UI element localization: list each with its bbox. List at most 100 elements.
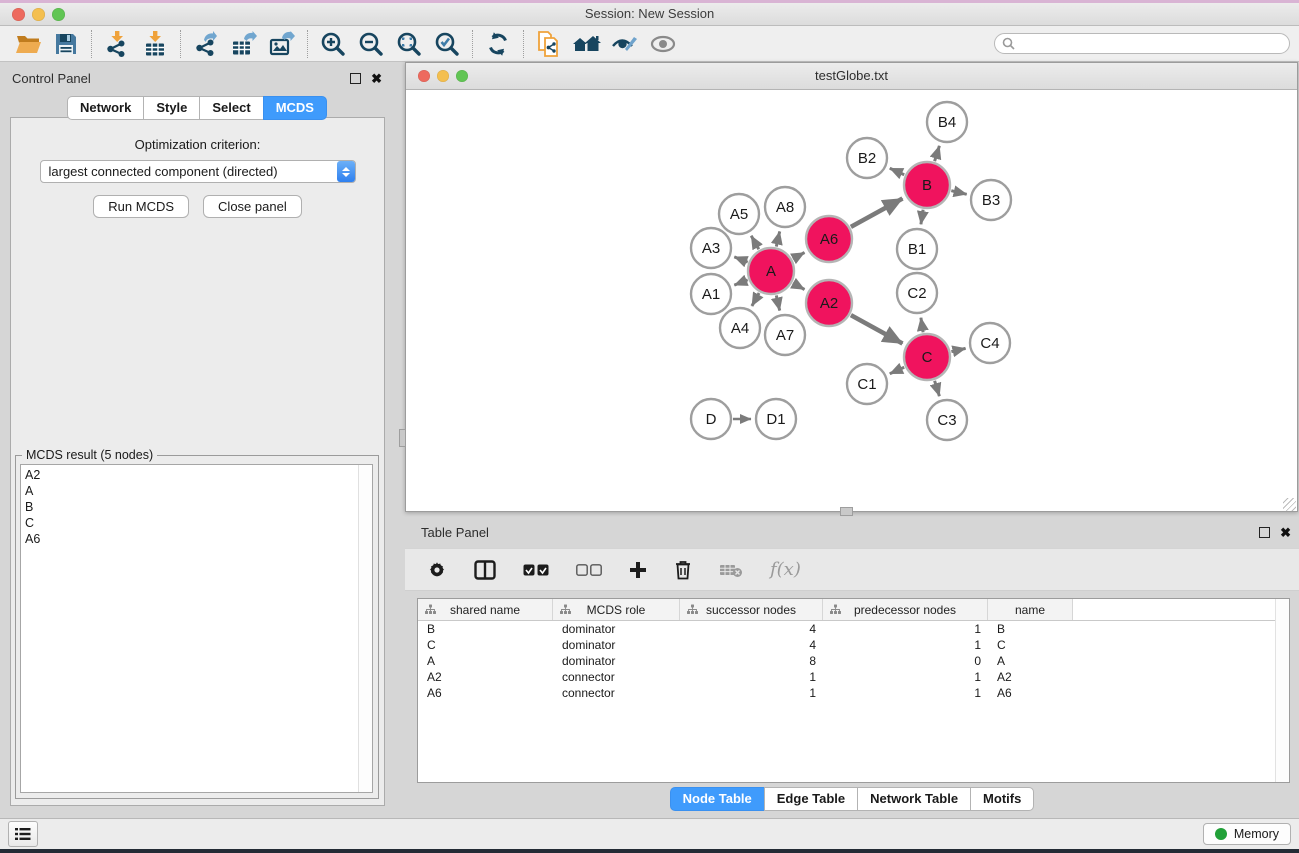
list-item[interactable]: A6	[25, 531, 356, 547]
search-field[interactable]	[994, 33, 1290, 54]
graph-node-A1[interactable]: A1	[691, 274, 731, 314]
float-table-panel-icon[interactable]	[1259, 527, 1270, 538]
graph-edge-C-C2[interactable]	[921, 318, 923, 333]
column-header-predecessor-nodes[interactable]: predecessor nodes	[823, 599, 988, 620]
graph-edge-A-A4[interactable]	[752, 293, 759, 306]
graph-node-C2[interactable]: C2	[897, 273, 937, 313]
import-table-icon[interactable]	[136, 29, 174, 59]
import-network-icon[interactable]	[98, 29, 136, 59]
table-row[interactable]: Adominator80A	[418, 653, 1289, 669]
mcds-result-scrollbar[interactable]	[358, 465, 372, 792]
show-graphics-details-icon[interactable]	[606, 29, 644, 59]
table-row[interactable]: Bdominator41B	[418, 621, 1289, 637]
list-item[interactable]: B	[25, 499, 356, 515]
graph-edge-C-C1[interactable]	[890, 367, 904, 373]
zoom-out-icon[interactable]	[352, 29, 390, 59]
graph-edge-B-B1[interactable]	[921, 210, 923, 225]
select-all-columns-icon[interactable]	[523, 564, 549, 576]
graph-edge-B-B4[interactable]	[935, 146, 940, 161]
optimization-criterion-select[interactable]: largest connected component (directed)	[40, 160, 356, 183]
tab-node-table[interactable]: Node Table	[670, 787, 765, 811]
hide-graphics-details-icon[interactable]	[644, 29, 682, 59]
close-panel-icon[interactable]: ✖	[371, 72, 382, 85]
graph-edge-C-C4[interactable]	[951, 348, 965, 351]
create-column-plus-icon[interactable]	[629, 561, 647, 579]
table-scrollbar[interactable]	[1275, 599, 1289, 782]
tab-motifs[interactable]: Motifs	[970, 787, 1034, 811]
column-header-name[interactable]: name	[988, 599, 1073, 620]
graph-node-A6[interactable]: A6	[806, 216, 852, 262]
graph-node-B3[interactable]: B3	[971, 180, 1011, 220]
split-table-view-icon[interactable]	[474, 560, 496, 580]
graph-edge-A-A6[interactable]	[793, 253, 805, 259]
first-neighbors-icon[interactable]	[568, 29, 606, 59]
export-network-icon[interactable]	[187, 29, 225, 59]
graph-edge-B-B3[interactable]	[951, 191, 966, 195]
graph-edge-C-C3[interactable]	[935, 381, 940, 396]
list-item[interactable]: A	[25, 483, 356, 499]
vertical-splitter-handle[interactable]	[399, 429, 406, 447]
graph-edge-A-A7[interactable]	[776, 295, 779, 310]
zoom-in-icon[interactable]	[314, 29, 352, 59]
column-header-shared-name[interactable]: shared name	[418, 599, 553, 620]
list-item[interactable]: A2	[25, 467, 356, 483]
tab-style[interactable]: Style	[143, 96, 200, 120]
apply-layout-icon[interactable]	[479, 29, 517, 59]
table-row[interactable]: A6connector11A6	[418, 685, 1289, 701]
graph-node-B1[interactable]: B1	[897, 229, 937, 269]
graph-node-A4[interactable]: A4	[720, 308, 760, 348]
graph-node-B[interactable]: B	[904, 162, 950, 208]
graph-edge-A-A1[interactable]	[734, 280, 747, 285]
graph-node-B4[interactable]: B4	[927, 102, 967, 142]
graph-edge-A-A3[interactable]	[734, 257, 747, 262]
zoom-fit-icon[interactable]	[390, 29, 428, 59]
open-file-icon[interactable]	[9, 29, 47, 59]
graph-edge-A2-C[interactable]	[851, 315, 903, 343]
graph-edge-B-B2[interactable]	[890, 168, 904, 174]
tab-select[interactable]: Select	[199, 96, 263, 120]
graph-node-A[interactable]: A	[748, 248, 794, 294]
delete-column-trash-icon[interactable]	[674, 560, 692, 580]
graph-node-C3[interactable]: C3	[927, 400, 967, 440]
tab-mcds[interactable]: MCDS	[263, 96, 327, 120]
tab-edge-table[interactable]: Edge Table	[764, 787, 858, 811]
close-table-panel-icon[interactable]: ✖	[1280, 526, 1291, 539]
search-input[interactable]	[1020, 36, 1282, 52]
zoom-selected-icon[interactable]	[428, 29, 466, 59]
mcds-result-list[interactable]: A2ABCA6	[20, 464, 373, 793]
memory-button[interactable]: Memory	[1203, 823, 1291, 845]
table-row[interactable]: Cdominator41C	[418, 637, 1289, 653]
graph-edge-A-A8[interactable]	[776, 231, 779, 246]
network-canvas[interactable]: B4B2BB3A8A5A6A3B1AA1C2A2A4A7C4CC1C3DD1	[406, 90, 1297, 512]
graph-node-A5[interactable]: A5	[719, 194, 759, 234]
table-row[interactable]: A2connector11A2	[418, 669, 1289, 685]
graph-edge-A-A2[interactable]	[793, 283, 805, 289]
resize-grip-icon[interactable]	[1283, 498, 1296, 511]
graph-node-D[interactable]: D	[691, 399, 731, 439]
graph-node-C[interactable]: C	[904, 334, 950, 380]
graph-node-B2[interactable]: B2	[847, 138, 887, 178]
save-session-icon[interactable]	[47, 29, 85, 59]
column-header-MCDS-role[interactable]: MCDS role	[553, 599, 680, 620]
graph-node-A3[interactable]: A3	[691, 228, 731, 268]
graph-edge-A-A5[interactable]	[751, 236, 759, 249]
graph-node-A7[interactable]: A7	[765, 315, 805, 355]
list-item[interactable]: C	[25, 515, 356, 531]
close-panel-button[interactable]: Close panel	[203, 195, 302, 218]
graph-node-A8[interactable]: A8	[765, 187, 805, 227]
run-mcds-button[interactable]: Run MCDS	[93, 195, 189, 218]
task-history-button[interactable]	[8, 821, 38, 847]
table-settings-gear-icon[interactable]	[427, 560, 447, 580]
tab-network[interactable]: Network	[67, 96, 144, 120]
float-panel-icon[interactable]	[350, 73, 361, 84]
graph-edge-A6-B[interactable]	[851, 199, 903, 227]
column-header-successor-nodes[interactable]: successor nodes	[680, 599, 823, 620]
new-network-from-selection-icon[interactable]	[530, 29, 568, 59]
graph-node-D1[interactable]: D1	[756, 399, 796, 439]
graph-node-C1[interactable]: C1	[847, 364, 887, 404]
graph-node-A2[interactable]: A2	[806, 280, 852, 326]
export-image-icon[interactable]	[263, 29, 301, 59]
tab-network-table[interactable]: Network Table	[857, 787, 971, 811]
export-table-icon[interactable]	[225, 29, 263, 59]
unselect-all-columns-icon[interactable]	[576, 564, 602, 576]
